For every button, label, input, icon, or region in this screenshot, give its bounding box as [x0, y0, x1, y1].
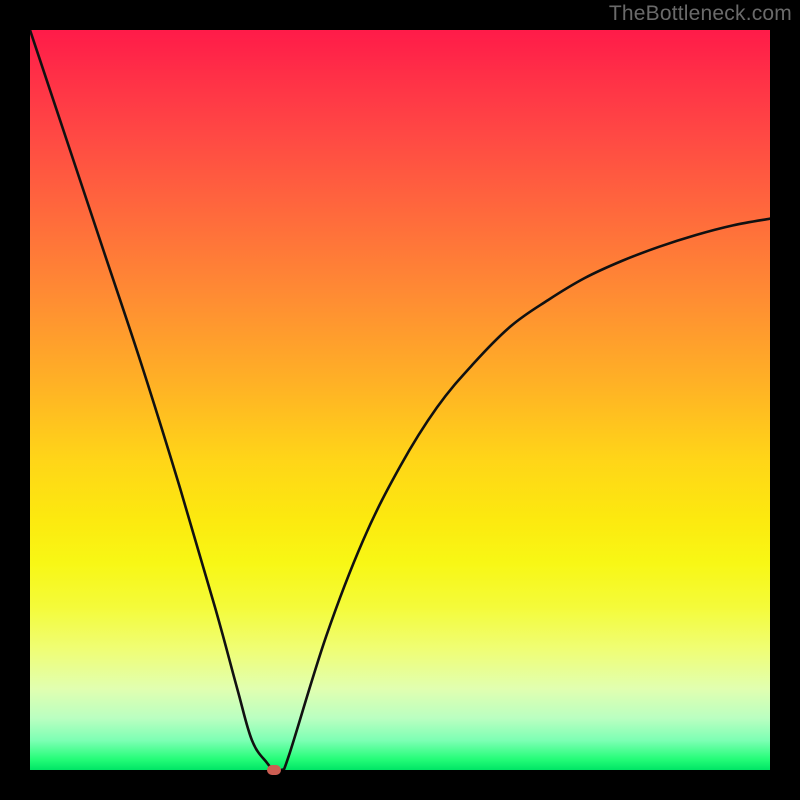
curve-svg: [30, 30, 770, 770]
optimal-point-marker: [267, 765, 281, 775]
plot-area: [30, 30, 770, 770]
bottleneck-curve: [30, 30, 770, 770]
watermark-text: TheBottleneck.com: [609, 2, 792, 26]
chart-frame: TheBottleneck.com: [0, 0, 800, 800]
